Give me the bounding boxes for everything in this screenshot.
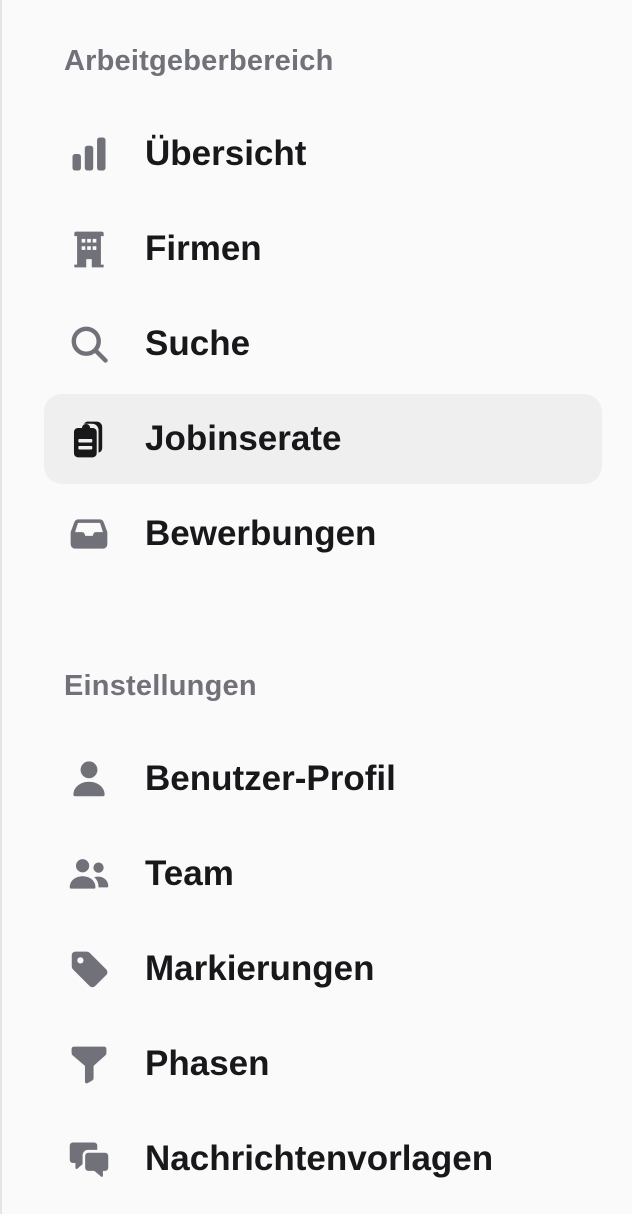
section-title-einstellungen: Einstellungen: [64, 670, 257, 702]
nav-item-team[interactable]: Team: [44, 829, 602, 919]
nav-label-benutzer-profil: Benutzer-Profil: [145, 759, 396, 798]
tag-icon: [66, 946, 112, 992]
nav-item-jobinserate[interactable]: Jobinserate: [44, 394, 602, 484]
nav-item-firmen[interactable]: Firmen: [44, 204, 602, 294]
nav-label-nachrichtenvorlagen: Nachrichtenvorlagen: [145, 1139, 494, 1178]
nav-item-markierungen[interactable]: Markierungen: [44, 924, 602, 1014]
nav-item-uebersicht[interactable]: Übersicht: [44, 109, 602, 199]
nav-label-firmen: Firmen: [145, 229, 262, 268]
user-icon: [66, 756, 112, 802]
bar-chart-icon: [66, 131, 112, 177]
nav-item-suche[interactable]: Suche: [44, 299, 602, 389]
nav-item-benutzer-profil[interactable]: Benutzer-Profil: [44, 734, 602, 824]
chat-bubbles-icon: [66, 1136, 112, 1182]
nav-label-bewerbungen: Bewerbungen: [145, 514, 377, 553]
building-icon: [66, 226, 112, 272]
nav-label-suche: Suche: [145, 324, 251, 363]
nav-label-jobinserate: Jobinserate: [145, 419, 342, 458]
section-title-arbeitgeberbereich: Arbeitgeberbereich: [64, 45, 334, 77]
clipboard-documents-icon: [66, 416, 112, 462]
nav-item-phasen[interactable]: Phasen: [44, 1019, 602, 1109]
nav-label-phasen: Phasen: [145, 1044, 270, 1083]
nav-item-bewerbungen[interactable]: Bewerbungen: [44, 489, 602, 579]
funnel-icon: [66, 1041, 112, 1087]
nav-label-team: Team: [145, 854, 234, 893]
sidebar: Arbeitgeberbereich Übersicht Firmen Such…: [0, 0, 632, 1214]
nav-label-uebersicht: Übersicht: [145, 134, 307, 173]
nav-label-markierungen: Markierungen: [145, 949, 375, 988]
inbox-icon: [66, 511, 112, 557]
users-icon: [66, 851, 112, 897]
nav-item-nachrichtenvorlagen[interactable]: Nachrichtenvorlagen: [44, 1114, 602, 1204]
search-icon: [66, 321, 112, 367]
